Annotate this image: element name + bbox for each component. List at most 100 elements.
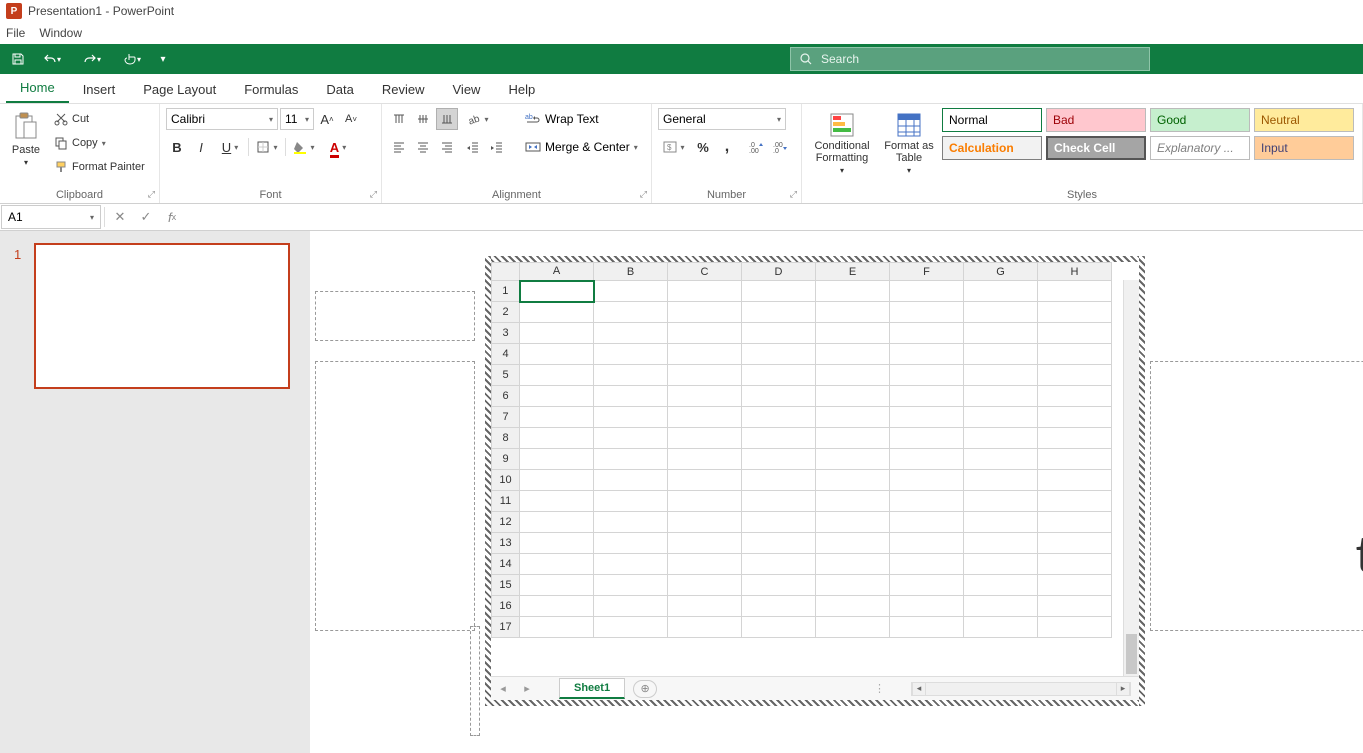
cell[interactable] (816, 344, 890, 365)
vertical-scrollbar[interactable] (1123, 280, 1139, 676)
redo-button[interactable]: ▾ (74, 47, 110, 71)
cell[interactable] (1038, 470, 1112, 491)
cell[interactable] (594, 554, 668, 575)
slide-thumbnail[interactable] (34, 243, 290, 389)
sheet-nav-next[interactable]: ▸ (515, 682, 539, 695)
format-as-table-button[interactable]: Format as Table▾ (880, 108, 938, 175)
cell[interactable] (890, 365, 964, 386)
cell[interactable] (668, 302, 742, 323)
cell[interactable] (1038, 428, 1112, 449)
cell[interactable] (742, 344, 816, 365)
cell[interactable] (742, 491, 816, 512)
row-header[interactable]: 6 (492, 386, 520, 407)
cell[interactable] (742, 386, 816, 407)
fill-color-button[interactable]: ▾ (288, 136, 320, 158)
row-header[interactable]: 10 (492, 470, 520, 491)
cell[interactable] (594, 323, 668, 344)
menu-file[interactable]: File (6, 26, 25, 40)
font-name-combo[interactable]: Calibri▾ (166, 108, 278, 130)
cell[interactable] (668, 449, 742, 470)
row-header[interactable]: 4 (492, 344, 520, 365)
cell[interactable] (742, 512, 816, 533)
row-header[interactable]: 8 (492, 428, 520, 449)
number-format-combo[interactable]: General▾ (658, 108, 786, 130)
insert-function-button[interactable]: fx (159, 210, 185, 225)
style-bad[interactable]: Bad (1046, 108, 1146, 132)
borders-button[interactable]: ▾ (251, 136, 283, 158)
cell[interactable] (816, 512, 890, 533)
cell[interactable] (520, 428, 594, 449)
row-header[interactable]: 17 (492, 617, 520, 638)
cell[interactable] (668, 428, 742, 449)
style-check-cell[interactable]: Check Cell (1046, 136, 1146, 160)
increase-indent-button[interactable] (486, 136, 508, 158)
cell[interactable] (1038, 617, 1112, 638)
row-header[interactable]: 15 (492, 575, 520, 596)
slide-canvas[interactable]: tle ABCDEFGH1234567891011121314151617 ◂ … (310, 231, 1363, 753)
column-header[interactable]: D (742, 263, 816, 281)
cell[interactable] (742, 554, 816, 575)
cell[interactable] (594, 281, 668, 302)
cell[interactable] (890, 428, 964, 449)
tab-home[interactable]: Home (6, 74, 69, 103)
column-header[interactable]: G (964, 263, 1038, 281)
accounting-format-button[interactable]: $▾ (658, 136, 690, 158)
horizontal-scrollbar[interactable]: ◂▸ (911, 682, 1131, 696)
style-normal[interactable]: Normal (942, 108, 1042, 132)
cell[interactable] (816, 302, 890, 323)
row-header[interactable]: 2 (492, 302, 520, 323)
comma-button[interactable]: , (716, 136, 738, 158)
cell[interactable] (1038, 533, 1112, 554)
cell[interactable] (964, 512, 1038, 533)
cell[interactable] (816, 617, 890, 638)
tab-review[interactable]: Review (368, 76, 439, 103)
column-header[interactable]: A (520, 263, 594, 281)
underline-button[interactable]: U▾ (214, 136, 246, 158)
cell[interactable] (520, 365, 594, 386)
cell[interactable] (890, 596, 964, 617)
cell[interactable] (816, 470, 890, 491)
cell[interactable] (742, 302, 816, 323)
column-header[interactable]: F (890, 263, 964, 281)
sheet-nav-prev[interactable]: ◂ (491, 682, 515, 695)
cell[interactable] (594, 491, 668, 512)
cell[interactable] (742, 365, 816, 386)
search-box[interactable]: Search (790, 47, 1150, 71)
worksheet-grid[interactable]: ABCDEFGH1234567891011121314151617 (491, 262, 1139, 676)
tab-formulas[interactable]: Formulas (230, 76, 312, 103)
cell[interactable] (890, 386, 964, 407)
cell[interactable] (816, 533, 890, 554)
align-left-button[interactable] (388, 136, 410, 158)
row-header[interactable]: 3 (492, 323, 520, 344)
cell[interactable] (594, 407, 668, 428)
tab-help[interactable]: Help (494, 76, 549, 103)
cell[interactable] (890, 512, 964, 533)
paste-button[interactable]: Paste ▾ (6, 108, 46, 167)
column-header[interactable]: B (594, 263, 668, 281)
row-header[interactable]: 11 (492, 491, 520, 512)
cell[interactable] (668, 365, 742, 386)
add-sheet-button[interactable]: ⊕ (633, 680, 657, 698)
cell[interactable] (520, 323, 594, 344)
cell[interactable] (964, 302, 1038, 323)
tab-view[interactable]: View (439, 76, 495, 103)
cell[interactable] (890, 323, 964, 344)
cell[interactable] (1038, 575, 1112, 596)
tab-page-layout[interactable]: Page Layout (129, 76, 230, 103)
formula-input[interactable] (185, 204, 1363, 230)
cell[interactable] (594, 428, 668, 449)
decrease-indent-button[interactable] (462, 136, 484, 158)
cell[interactable] (1038, 449, 1112, 470)
cell[interactable] (594, 617, 668, 638)
qat-more-button[interactable]: ▾ (114, 47, 150, 71)
cell[interactable] (742, 533, 816, 554)
cell[interactable] (890, 449, 964, 470)
cell[interactable] (520, 575, 594, 596)
cell[interactable] (742, 470, 816, 491)
select-all-corner[interactable] (492, 263, 520, 281)
cell[interactable] (890, 302, 964, 323)
cell[interactable] (668, 554, 742, 575)
cell[interactable] (1038, 512, 1112, 533)
font-color-button[interactable]: A▾ (322, 136, 354, 158)
cell[interactable] (668, 596, 742, 617)
